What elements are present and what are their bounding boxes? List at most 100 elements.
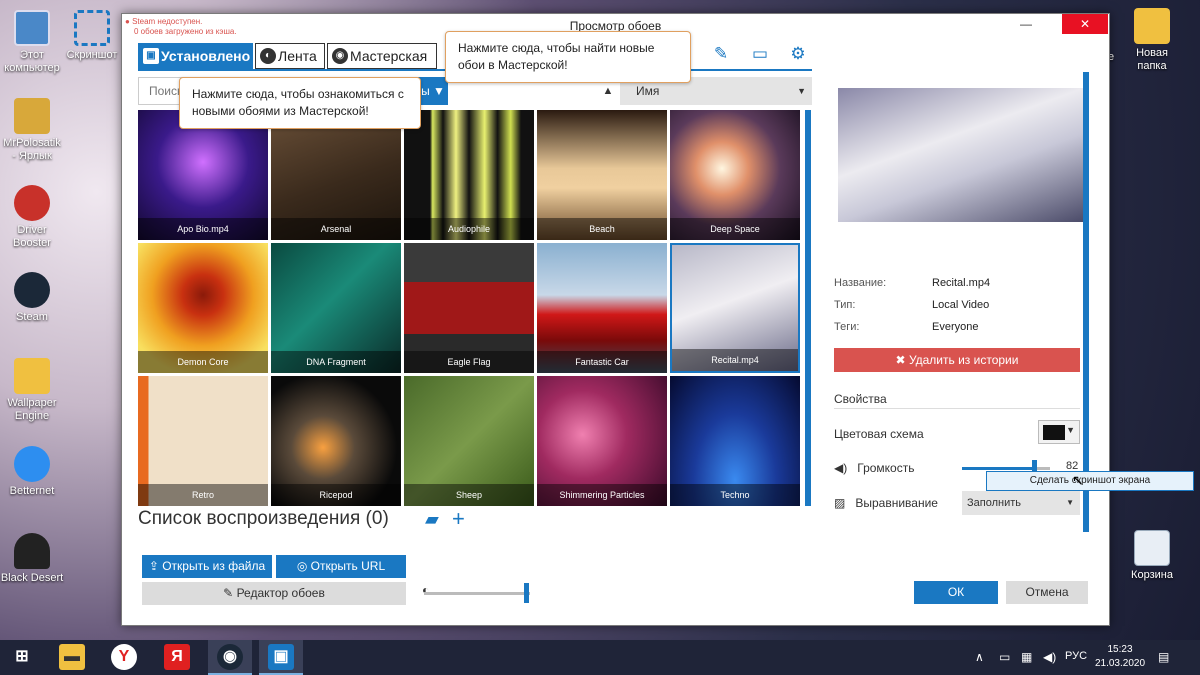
wallpaper-tile[interactable]: Fantastic Car [537, 243, 667, 373]
notifications-icon[interactable]: ▤ [1158, 650, 1169, 664]
desktop-icon-steam[interactable]: Steam [0, 272, 64, 324]
compass-icon: ◐ [260, 48, 276, 64]
steam-notice: ● Steam недоступен. 0 обоев загружено из… [125, 17, 237, 37]
wallpaper-tile[interactable]: Apo Bio.mp4 [138, 110, 268, 240]
info-tags-row: Теги: Everyone [834, 321, 979, 333]
grid-scrollbar[interactable] [805, 110, 811, 506]
color-scheme-picker[interactable]: ▼ [1038, 420, 1080, 444]
details-scrollbar-thumb[interactable] [1083, 72, 1089, 532]
wallpaper-tile-selected[interactable]: Recital.mp4 [670, 243, 800, 373]
filter-button[interactable]: ы ▼ [418, 77, 448, 105]
desktop-icon-driver-booster[interactable]: Driver Booster [0, 185, 64, 250]
wallpaper-tile[interactable]: Retro [138, 376, 268, 506]
network-icon[interactable]: ▦ [1021, 650, 1032, 664]
volume-label-row: ◀) Громкость [834, 461, 915, 475]
volume-icon: ◀) [834, 461, 848, 475]
wallpaper-tile[interactable]: Demon Core [138, 243, 268, 373]
folder-icon [1134, 8, 1170, 44]
wallpaper-tile[interactable]: Eagle Flag [404, 243, 534, 373]
volume-slider[interactable] [962, 460, 1050, 476]
steam-warning-line: ● Steam недоступен. [125, 17, 203, 26]
alignment-select[interactable]: Заполнить ▼ [962, 491, 1080, 515]
tab-workshop[interactable]: ◉ Мастерская [327, 43, 437, 69]
gear-icon[interactable]: ⚙ [787, 43, 809, 65]
tab-installed[interactable]: ▣ Установлено [138, 43, 253, 69]
desktop-icon-black-desert[interactable]: Black Desert [0, 533, 64, 585]
open-file-button[interactable]: ⇪ Открыть из файла [142, 555, 272, 578]
battery-icon[interactable]: ▭ [999, 650, 1010, 664]
taskbar-yandex-browser[interactable]: Y [102, 640, 146, 675]
clock[interactable]: 15:23 21.03.2020 [1090, 643, 1150, 671]
yandex-icon: Я [164, 644, 190, 670]
desktop-icon-new-folder[interactable]: Новая папка [1120, 8, 1184, 73]
desktop-icon-this-pc[interactable]: Этот компьютер [0, 10, 64, 75]
steam-icon [14, 272, 50, 308]
wallpaper-tile[interactable]: Ricepod [271, 376, 401, 506]
grid-scrollbar-thumb[interactable] [805, 110, 811, 506]
windows-icon: ⊞ [15, 648, 29, 665]
tab-feed[interactable]: ◐ Лента [255, 43, 325, 69]
clock-date: 21.03.2020 [1094, 658, 1146, 669]
wallpaper-tile[interactable]: Beach [537, 110, 667, 240]
brightness-slider[interactable] [424, 583, 530, 603]
plus-icon[interactable]: + [452, 508, 465, 530]
wallpaper-tile[interactable]: Techno [670, 376, 800, 506]
steam-icon: ◉ [332, 48, 348, 64]
start-button[interactable]: ⊞ [0, 640, 44, 675]
wallpaper-tile[interactable]: Sheep [404, 376, 534, 506]
cache-notice-line: 0 обоев загружено из кэша. [134, 27, 237, 36]
taskbar-explorer[interactable]: ▬ [50, 640, 94, 675]
save-icon: ▣ [143, 48, 159, 64]
yandex-browser-icon: Y [111, 644, 137, 670]
properties-divider [834, 408, 1080, 409]
cancel-button[interactable]: Отмена [1006, 581, 1088, 604]
desktop-icon-screenshot[interactable]: Скриншот [60, 10, 124, 62]
wallpaper-engine-icon: ▣ [268, 644, 294, 670]
computer-icon [14, 10, 50, 46]
wallpaper-browser-window: Просмотр обоев ● Steam недоступен. 0 обо… [121, 13, 1194, 626]
wallpaper-tile[interactable]: Audiophile [404, 110, 534, 240]
volume-slider-fill [962, 467, 1035, 470]
betternet-icon [14, 446, 50, 482]
ok-button[interactable]: ОК [914, 581, 998, 604]
wallpaper-tile[interactable]: Arsenal [271, 110, 401, 240]
desktop-icon-wallpaper-engine[interactable]: Wallpaper Engine [0, 358, 64, 423]
desktop-icon-betternet[interactable]: Betternet [0, 446, 64, 498]
feed-tooltip: Нажмите сюда, чтобы ознакомиться с новым… [179, 77, 421, 129]
wallpaper-preview [838, 88, 1086, 222]
desktop-icon-recycle-bin[interactable]: Корзина [1120, 530, 1184, 582]
brightness-slider-knob[interactable] [524, 583, 529, 603]
filter-icon: ▼ [433, 84, 445, 98]
taskbar-yandex[interactable]: Я [155, 640, 199, 675]
wallpaper-tile[interactable]: DNA Fragment [271, 243, 401, 373]
minimize-button[interactable]: — [1010, 14, 1042, 34]
desktop-icon-mrpolosatik[interactable]: MrPolosatik - Ярлык [0, 98, 64, 163]
tray-chevron-icon[interactable]: ∧ [975, 650, 984, 664]
language-indicator[interactable]: РУС [1065, 650, 1087, 662]
volume-tray-icon[interactable]: ◀) [1043, 650, 1056, 664]
taskbar-steam[interactable]: ◉ [208, 640, 252, 675]
driver-booster-icon [14, 185, 50, 221]
image-icon: ▨ [834, 496, 846, 510]
details-scrollbar[interactable] [1083, 34, 1089, 532]
chevron-down-icon: ▼ [1066, 425, 1075, 435]
remove-from-history-button[interactable]: ✖ Удалить из истории [834, 348, 1080, 372]
wallpaper-tile[interactable]: Deep Space [670, 110, 800, 240]
wallpaper-tile[interactable]: Shimmering Particles [537, 376, 667, 506]
folder-open-icon[interactable]: ▰ [425, 509, 439, 529]
screenshot-icon [74, 10, 110, 46]
taskbar-wallpaper-engine[interactable]: ▣ [259, 640, 303, 675]
alignment-label-row: ▨ Выравнивание [834, 496, 938, 510]
recycle-bin-icon [1134, 530, 1170, 566]
workshop-tooltip: Нажмите сюда, чтобы найти новые обои в М… [445, 31, 691, 83]
folder-icon: ▬ [59, 644, 85, 670]
wand-icon[interactable]: ✎ [710, 43, 732, 65]
user-shortcut-icon [14, 98, 50, 134]
clock-time: 15:23 [1107, 644, 1133, 655]
monitor-icon[interactable]: ▭ [749, 43, 771, 65]
open-url-button[interactable]: ◎ Открыть URL [276, 555, 406, 578]
close-button[interactable]: ✕ [1062, 14, 1108, 34]
wallpaper-editor-button[interactable]: ✎ Редактор обоев [142, 582, 406, 605]
black-desert-icon [14, 533, 50, 569]
folder-icon [14, 358, 50, 394]
